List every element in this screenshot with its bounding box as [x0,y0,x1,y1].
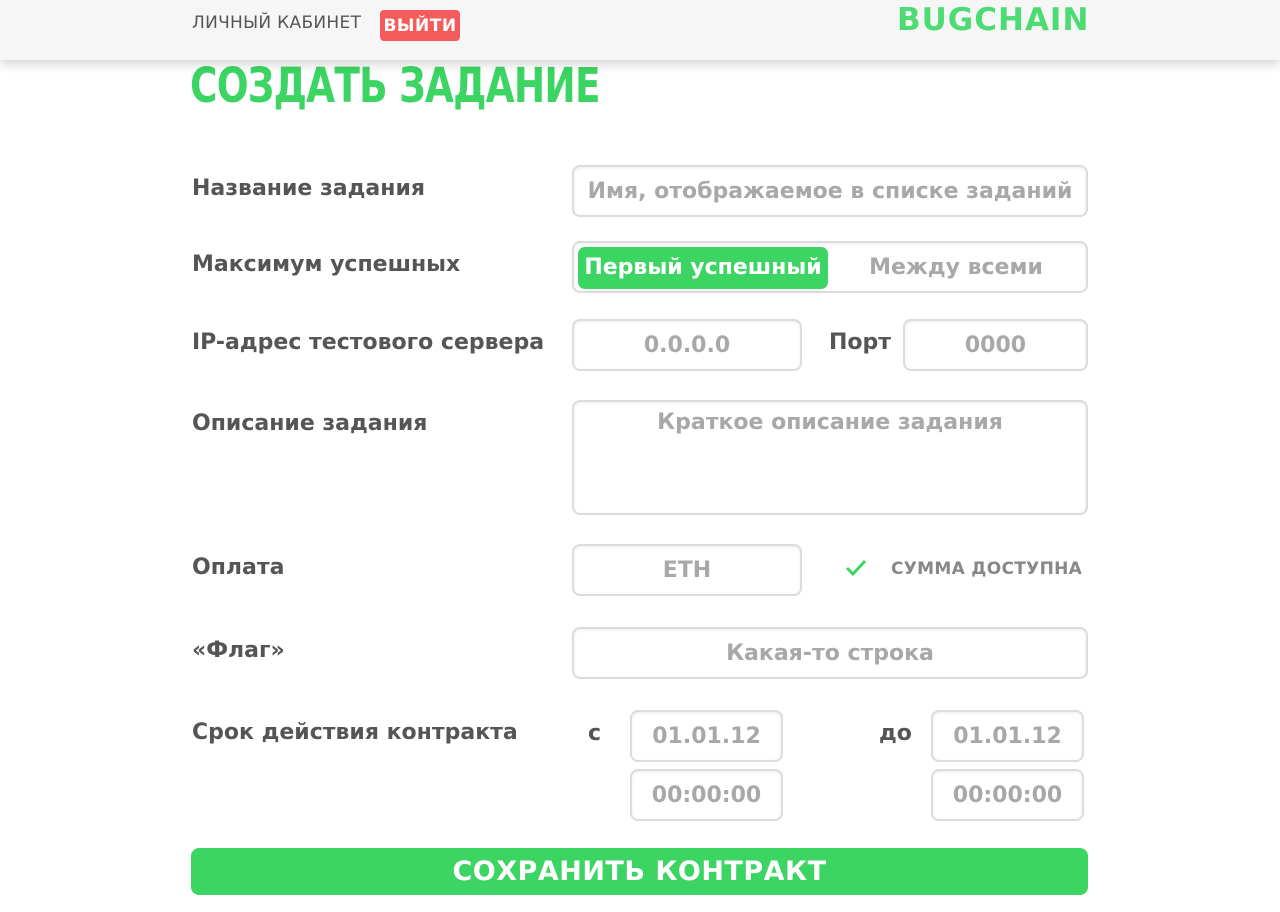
port-label: Порт [829,330,892,355]
logo[interactable]: BUGCHAIN [897,2,1089,38]
logout-button[interactable]: ВЫЙТИ [380,10,460,41]
payment-label: Оплата [192,555,285,580]
description-textarea[interactable] [572,400,1088,515]
description-label: Описание задания [192,411,428,436]
flag-label: «Флаг» [192,638,285,663]
to-time-input[interactable] [931,769,1084,821]
ip-address-input[interactable] [572,319,802,371]
payment-input[interactable] [572,544,802,596]
from-label: с [588,721,602,746]
to-label: до [879,721,912,746]
flag-input[interactable] [572,627,1088,679]
amount-available-status: СУММА ДОСТУПНА [891,559,1083,579]
port-input[interactable] [903,319,1088,371]
top-bar: ЛИЧНЫЙ КАБИНЕТ ВЫЙТИ BUGCHAIN [0,0,1280,60]
from-date-input[interactable] [630,710,783,762]
max-success-label: Максимум успешных [192,252,461,277]
task-name-label: Название задания [192,176,425,201]
from-time-input[interactable] [630,769,783,821]
save-contract-button[interactable]: СОХРАНИТЬ КОНТРАКТ [191,848,1088,895]
contract-term-label: Срок действия контракта [192,720,518,745]
to-date-input[interactable] [931,710,1084,762]
option-between-all[interactable]: Между всеми [828,247,1084,289]
task-name-input[interactable] [572,165,1088,217]
ip-address-label: IP-адрес тестового сервера [192,330,545,355]
personal-account-link[interactable]: ЛИЧНЫЙ КАБИНЕТ [192,13,361,33]
option-first-success[interactable]: Первый успешный [578,247,828,289]
check-icon [845,559,867,577]
max-success-toggle: Первый успешный Между всеми [572,241,1088,293]
page-title: СОЗДАТЬ ЗАДАНИЕ [190,58,601,114]
